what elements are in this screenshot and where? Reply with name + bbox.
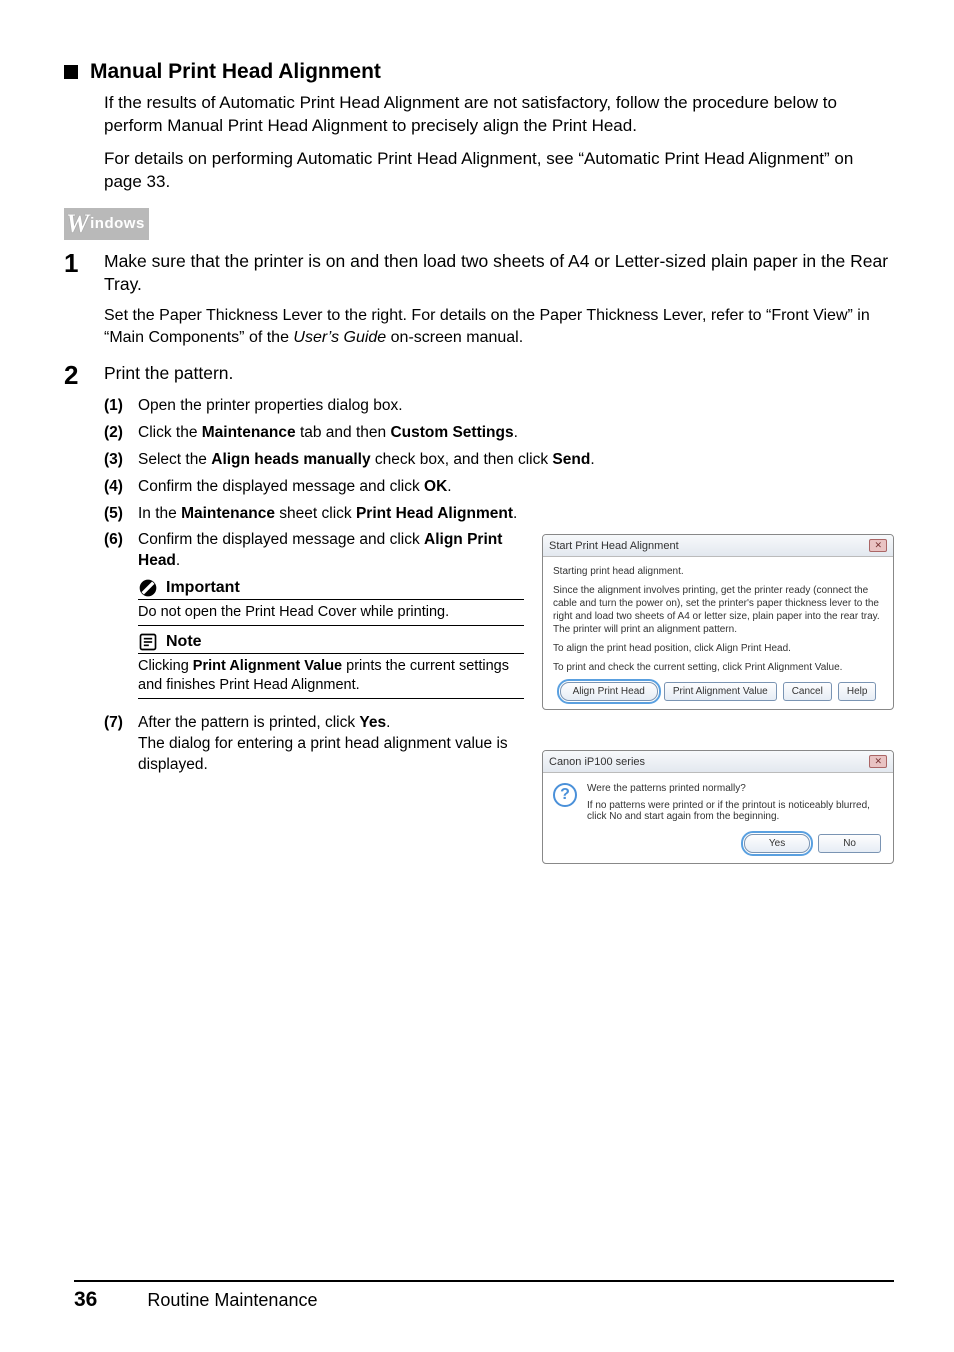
dialog2-p2: If no patterns were printed or if the pr… xyxy=(587,800,881,822)
sub-1-num: (1) xyxy=(104,396,138,417)
dialog1-p2: Since the alignment involves printing, g… xyxy=(553,584,883,636)
cancel-button[interactable]: Cancel xyxy=(783,682,832,701)
prohibit-icon xyxy=(138,578,158,598)
sub-3-num: (3) xyxy=(104,450,138,471)
os-rest: indows xyxy=(90,215,145,232)
close-icon[interactable]: ✕ xyxy=(869,539,887,552)
sub-1-text: Open the printer properties dialog box. xyxy=(138,396,894,417)
dialog2-title: Canon iP100 series xyxy=(549,756,645,768)
yes-button[interactable]: Yes xyxy=(744,834,810,853)
align-print-head-button[interactable]: Align Print Head xyxy=(560,682,658,701)
os-badge: W indows xyxy=(64,208,149,240)
help-button[interactable]: Help xyxy=(838,682,877,701)
sub-4-num: (4) xyxy=(104,477,138,498)
step-1-sub-i: User’s Guide xyxy=(293,329,386,346)
step-1: 1 Make sure that the printer is on and t… xyxy=(64,250,894,348)
footer-label: Routine Maintenance xyxy=(147,1290,317,1311)
step-1-sub-b: on-screen manual. xyxy=(386,329,523,346)
section-heading-row: Manual Print Head Alignment xyxy=(64,60,894,84)
important-callout: Important Do not open the Print Head Cov… xyxy=(138,578,524,626)
note-icon xyxy=(138,632,158,652)
dialog-confirm-patterns: Canon iP100 series ✕ ? Were the patterns… xyxy=(542,750,894,864)
sub-5-text: In the Maintenance sheet click Print Hea… xyxy=(138,504,894,525)
print-alignment-value-button[interactable]: Print Alignment Value xyxy=(664,682,777,701)
step-1-sub: Set the Paper Thickness Lever to the rig… xyxy=(104,305,894,348)
section-title: Manual Print Head Alignment xyxy=(90,60,381,84)
sub-7-num: (7) xyxy=(104,713,138,776)
sub-3-text: Select the Align heads manually check bo… xyxy=(138,450,894,471)
sub-6-num: (6) xyxy=(104,530,138,572)
intro-paragraph-1: If the results of Automatic Print Head A… xyxy=(104,92,894,138)
sub-5-num: (5) xyxy=(104,504,138,525)
intro-paragraph-2: For details on performing Automatic Prin… xyxy=(104,148,894,194)
important-body: Do not open the Print Head Cover while p… xyxy=(138,603,524,626)
note-title: Note xyxy=(166,633,202,651)
step-1-main: Make sure that the printer is on and the… xyxy=(104,250,894,297)
step-2-sublist: (1) Open the printer properties dialog b… xyxy=(104,396,894,865)
dialog2-p1: Were the patterns printed normally? xyxy=(587,783,881,794)
close-icon[interactable]: ✕ xyxy=(869,755,887,768)
page-number: 36 xyxy=(74,1288,97,1312)
step-2-main: Print the pattern. xyxy=(104,362,894,386)
step-2: 2 Print the pattern. (1) Open the printe… xyxy=(64,362,894,864)
step-1-number: 1 xyxy=(64,250,104,348)
page-footer: 36 Routine Maintenance xyxy=(74,1280,894,1312)
question-icon: ? xyxy=(553,783,577,807)
sub-7-text: After the pattern is printed, click Yes.… xyxy=(138,713,524,776)
sub-2-text: Click the Maintenance tab and then Custo… xyxy=(138,423,894,444)
dialog1-p4: To print and check the current setting, … xyxy=(553,661,883,674)
dialog-start-alignment: Start Print Head Alignment ✕ Starting pr… xyxy=(542,534,894,710)
dialog1-title: Start Print Head Alignment xyxy=(549,540,679,552)
sub-2-num: (2) xyxy=(104,423,138,444)
step-2-number: 2 xyxy=(64,362,104,864)
no-button[interactable]: No xyxy=(818,834,881,853)
sub-6-text: Confirm the displayed message and click … xyxy=(138,530,524,572)
dialog1-p1: Starting print head alignment. xyxy=(553,565,883,578)
important-title: Important xyxy=(166,579,240,597)
note-body: Clicking Print Alignment Value prints th… xyxy=(138,657,524,699)
note-callout: Note Clicking Print Alignment Value prin… xyxy=(138,632,524,699)
sub-4-text: Confirm the displayed message and click … xyxy=(138,477,894,498)
os-w-letter: W xyxy=(66,209,89,239)
square-bullet-icon xyxy=(64,65,78,79)
dialog1-p3: To align the print head position, click … xyxy=(553,642,883,655)
